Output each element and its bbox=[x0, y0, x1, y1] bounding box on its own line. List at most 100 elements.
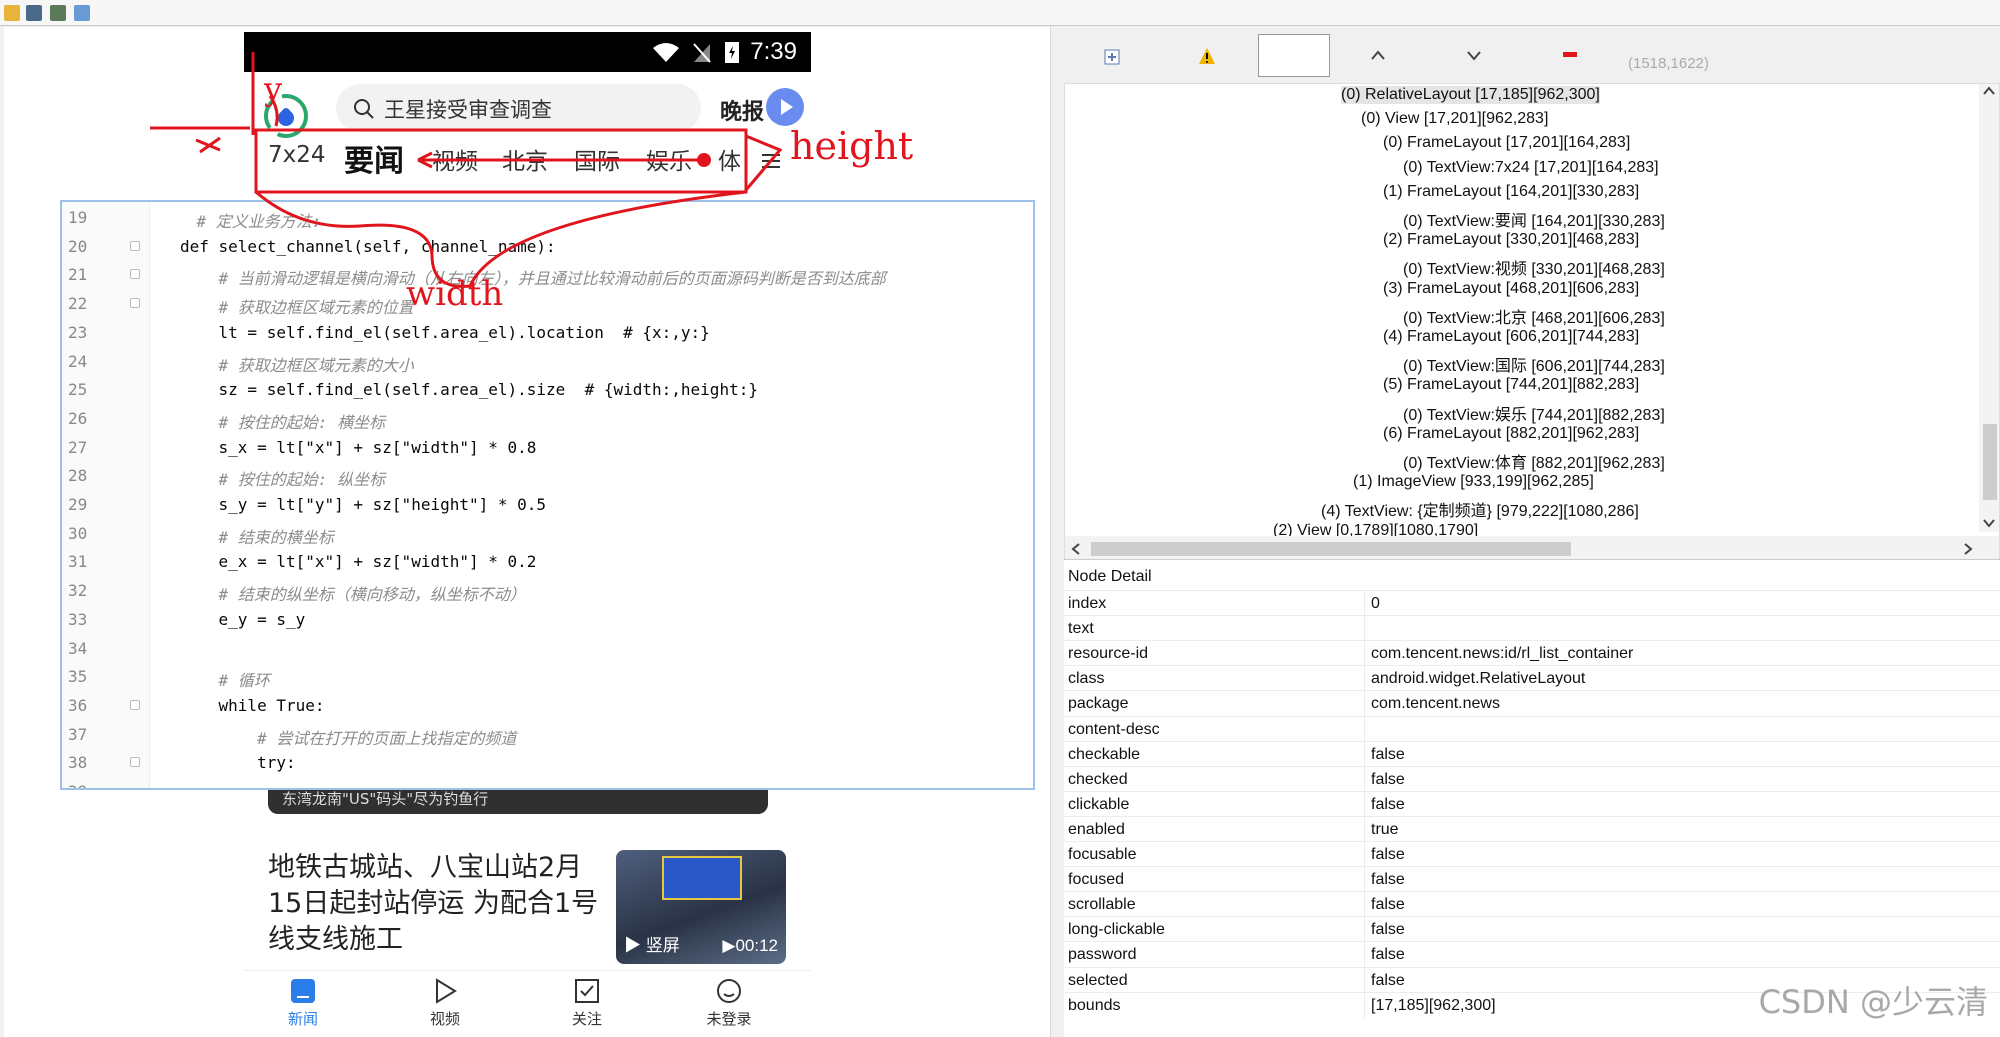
watermark: CSDN @少云清 bbox=[1758, 983, 1988, 1021]
line-number: 33 bbox=[68, 609, 88, 629]
expand-all-icon[interactable] bbox=[1104, 49, 1120, 65]
code-line[interactable]: # 按住的起始: 横坐标 bbox=[180, 409, 386, 433]
line-number: 38 bbox=[68, 753, 88, 773]
fold-marker-icon[interactable] bbox=[130, 699, 140, 710]
detail-row-focused[interactable]: focused false bbox=[1064, 866, 2000, 893]
search-input[interactable] bbox=[1258, 34, 1330, 77]
code-line[interactable]: while True: bbox=[180, 696, 325, 715]
line-number: 35 bbox=[68, 667, 88, 687]
inspector-toolbar: (1518,1622) bbox=[1056, 27, 2000, 81]
tree-node[interactable]: (0) TextView:要闻 [164,201][330,283] bbox=[1403, 207, 1665, 231]
portrait-label: ▶ 竖屏 bbox=[624, 936, 680, 955]
tree-node[interactable]: (0) FrameLayout [17,201][164,283] bbox=[1383, 134, 1630, 152]
code-line[interactable]: # 尝试在打开的页面上找指定的频道 bbox=[180, 725, 516, 749]
detail-value: false bbox=[1371, 946, 1405, 964]
nav-video[interactable]: 视频 bbox=[400, 977, 490, 1029]
line-number: 34 bbox=[68, 638, 88, 658]
detail-column-divider bbox=[1364, 942, 1365, 968]
line-number: 37 bbox=[68, 724, 88, 744]
code-line[interactable]: try: bbox=[180, 753, 296, 772]
tree-node[interactable]: (5) FrameLayout [744,201][882,283] bbox=[1383, 376, 1639, 394]
code-line[interactable]: e_y = s_y bbox=[180, 610, 306, 629]
tree-node[interactable]: (4) TextView: {定制频道} [979,222][1080,286] bbox=[1321, 497, 1639, 521]
detail-row-scrollable[interactable]: scrollable false bbox=[1064, 891, 2000, 918]
detail-column-divider bbox=[1364, 992, 1365, 1018]
detail-column-divider bbox=[1364, 917, 1365, 943]
scroll-down-icon[interactable] bbox=[1983, 518, 1995, 528]
detail-column-divider bbox=[1364, 766, 1365, 792]
tree-node[interactable]: (1) ImageView [933,199][962,285] bbox=[1353, 473, 1594, 491]
warning-icon[interactable] bbox=[1198, 47, 1216, 65]
detail-row-long-clickable[interactable]: long-clickable false bbox=[1064, 916, 2000, 943]
news-thumbnail[interactable]: ▶ 竖屏 ▶00:12 bbox=[616, 850, 786, 964]
detail-key: content-desc bbox=[1068, 720, 1160, 738]
code-line[interactable]: s_x = lt["x"] + sz["width"] * 0.8 bbox=[180, 438, 537, 457]
nav-login[interactable]: 未登录 bbox=[684, 977, 774, 1029]
detail-value: false bbox=[1371, 896, 1405, 914]
detail-key: index bbox=[1068, 595, 1107, 612]
tree-node[interactable]: (0) TextView:娱乐 [744,201][882,283] bbox=[1403, 401, 1665, 425]
clear-icon[interactable] bbox=[1562, 51, 1578, 59]
height-bracket bbox=[744, 134, 783, 191]
code-line[interactable]: e_x = lt["x"] + sz["width"] * 0.2 bbox=[180, 552, 537, 571]
tree-node[interactable]: (0) RelativeLayout [17,185][962,300] bbox=[1341, 86, 1600, 104]
code-line[interactable]: # 按住的起始: 纵坐标 bbox=[180, 466, 386, 490]
code-line[interactable]: sz = self.find_el(self.area_el).size # {… bbox=[180, 380, 758, 399]
tree-node[interactable]: (0) View [17,201][962,283] bbox=[1361, 110, 1548, 128]
scroll-right-icon[interactable] bbox=[1963, 543, 1973, 555]
ui-inspector-panel: (1518,1622) (0) RelativeLayout [17,185][… bbox=[1056, 27, 2000, 1037]
detail-key: long-clickable bbox=[1068, 921, 1165, 939]
tree-node[interactable]: (4) FrameLayout [606,201][744,283] bbox=[1383, 328, 1639, 346]
detail-row-text[interactable]: text bbox=[1064, 615, 2000, 642]
chevron-up-icon[interactable] bbox=[1370, 49, 1386, 61]
tree-node[interactable]: (0) TextView:北京 [468,201][606,283] bbox=[1403, 304, 1665, 328]
line-number: 30 bbox=[68, 523, 88, 543]
tree-node[interactable]: (0) TextView:体育 [882,201][962,283] bbox=[1403, 449, 1665, 473]
bottom-navigation: 新闻 视频 关注 未登录 bbox=[244, 970, 811, 1037]
tree-node[interactable]: (3) FrameLayout [468,201][606,283] bbox=[1383, 280, 1639, 298]
detail-row-enabled[interactable]: enabled true bbox=[1064, 815, 2000, 842]
nav-news[interactable]: 新闻 bbox=[258, 977, 348, 1029]
news-title[interactable]: 地铁古城站、八宝山站2月15日起封站停运 为配合1号线支线施工 bbox=[268, 850, 608, 958]
line-number: 36 bbox=[68, 695, 88, 715]
tree-node[interactable]: (1) FrameLayout [164,201][330,283] bbox=[1383, 183, 1639, 201]
tree-vertical-scrollbar[interactable] bbox=[1979, 84, 1999, 532]
user-icon bbox=[717, 979, 741, 1003]
tree-node[interactable]: (0) TextView:视频 [330,201][468,283] bbox=[1403, 255, 1665, 279]
detail-row-checked[interactable]: checked false bbox=[1064, 765, 2000, 792]
detail-column-divider bbox=[1364, 666, 1365, 692]
chevron-down-icon[interactable] bbox=[1466, 49, 1482, 61]
y-annotation: y bbox=[264, 70, 283, 108]
code-line[interactable]: lt = self.find_el(self.area_el).location… bbox=[180, 323, 710, 342]
tree-node[interactable]: (0) TextView:7x24 [17,201][164,283] bbox=[1403, 159, 1659, 177]
detail-row-focusable[interactable]: focusable false bbox=[1064, 841, 2000, 867]
code-line[interactable]: # 结束的横坐标 bbox=[180, 524, 334, 548]
tree-node[interactable]: (0) TextView:国际 [606,201][744,283] bbox=[1403, 352, 1665, 376]
detail-row-checkable[interactable]: checkable false bbox=[1064, 740, 2000, 767]
detail-row-content-desc[interactable]: content-desc bbox=[1064, 715, 2000, 742]
detail-row-resource-id[interactable]: resource-id com.tencent.news:id/rl_list_c… bbox=[1064, 640, 2000, 667]
horizontal-scroll-thumb[interactable] bbox=[1091, 542, 1571, 556]
fold-marker-icon[interactable] bbox=[130, 757, 140, 768]
code-line[interactable]: # 结束的纵坐标（横向移动，纵坐标不动） bbox=[180, 581, 526, 605]
code-line[interactable]: s_y = lt["y"] + sz["height"] * 0.5 bbox=[180, 495, 547, 514]
detail-row-password[interactable]: password false bbox=[1064, 941, 2000, 968]
node-detail-title: Node Detail bbox=[1068, 568, 1152, 585]
tree-node[interactable]: (6) FrameLayout [882,201][962,283] bbox=[1383, 425, 1639, 443]
line-number: 27 bbox=[68, 437, 88, 457]
detail-row-package[interactable]: package com.tencent.news bbox=[1064, 690, 2000, 717]
code-line[interactable]: # 获取边框区域元素的大小 bbox=[180, 352, 414, 376]
detail-key: resource-id bbox=[1068, 645, 1149, 663]
detail-row-class[interactable]: class android.widget.RelativeLayout bbox=[1064, 665, 2000, 692]
vertical-scroll-thumb[interactable] bbox=[1983, 424, 1997, 500]
code-line[interactable]: # 循环 bbox=[180, 667, 270, 691]
detail-key: checked bbox=[1068, 770, 1128, 788]
detail-row-index[interactable]: index 0 bbox=[1064, 590, 2000, 616]
scroll-up-icon[interactable] bbox=[1983, 86, 1995, 96]
scroll-left-icon[interactable] bbox=[1071, 543, 1081, 555]
hierarchy-tree[interactable]: (0) RelativeLayout [17,185][962,300] (0) … bbox=[1064, 83, 2000, 563]
detail-row-clickable[interactable]: clickable false bbox=[1064, 790, 2000, 817]
detail-column-divider bbox=[1364, 591, 1365, 616]
tree-node[interactable]: (2) FrameLayout [330,201][468,283] bbox=[1383, 231, 1639, 249]
nav-follow[interactable]: 关注 bbox=[542, 977, 632, 1029]
